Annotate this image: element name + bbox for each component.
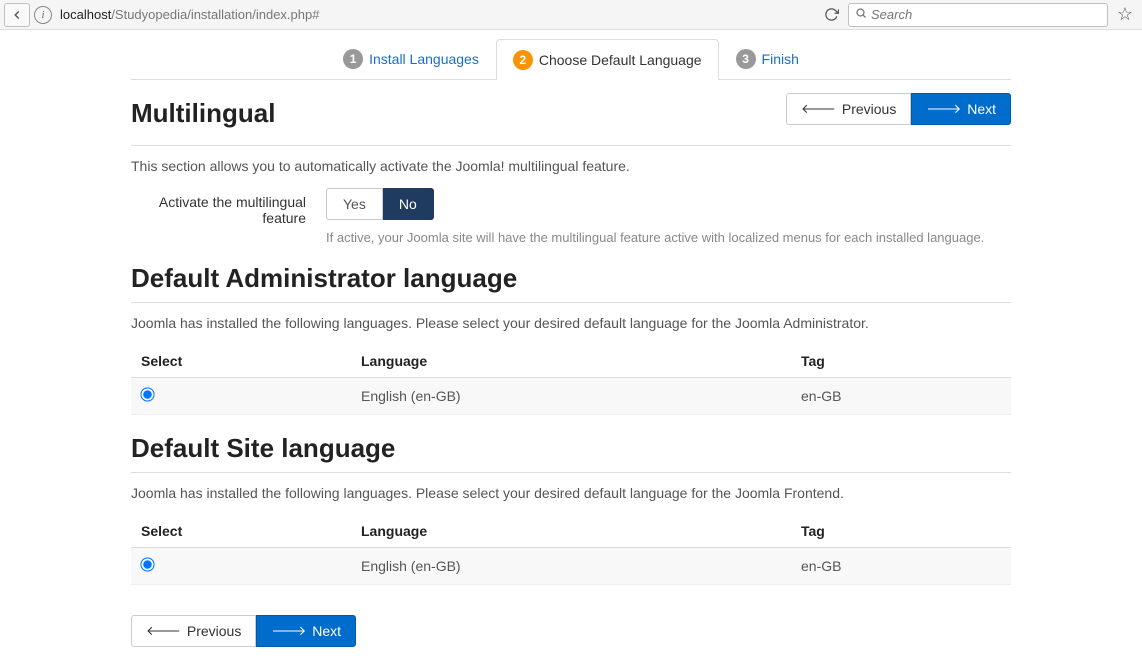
next-label: Next (312, 623, 341, 639)
search-icon (855, 7, 867, 22)
tab-finish[interactable]: 3 Finish (719, 38, 816, 79)
site-language-desc: Joomla has installed the following langu… (131, 485, 1011, 501)
url-bar[interactable]: localhost/Studyopedia/installation/index… (56, 7, 814, 22)
divider (131, 145, 1011, 146)
col-tag: Tag (791, 345, 1011, 378)
previous-button[interactable]: 🡐 Previous (786, 93, 911, 125)
col-language: Language (351, 345, 791, 378)
toggle-yes[interactable]: Yes (326, 188, 383, 220)
tab-choose-default-language[interactable]: 2 Choose Default Language (496, 39, 719, 80)
bottom-actions: 🡐 Previous 🡒 Next (131, 615, 356, 647)
cell-tag: en-GB (791, 378, 1011, 415)
col-tag: Tag (791, 515, 1011, 548)
cell-tag: en-GB (791, 548, 1011, 585)
activate-multilingual-row: Activate the multilingual feature Yes No… (131, 188, 1011, 245)
table-row: English (en-GB) en-GB (131, 548, 1011, 585)
admin-language-desc: Joomla has installed the following langu… (131, 315, 1011, 331)
top-actions: 🡐 Previous 🡒 Next (786, 93, 1011, 125)
table-row: English (en-GB) en-GB (131, 378, 1011, 415)
col-language: Language (351, 515, 791, 548)
admin-language-table: Select Language Tag English (en-GB) en-G… (131, 345, 1011, 415)
section-title-admin-language: Default Administrator language (131, 263, 1011, 294)
tab-num: 1 (343, 49, 363, 69)
back-button[interactable] (4, 3, 30, 27)
table-header-row: Select Language Tag (131, 515, 1011, 548)
arrow-right-icon: 🡒 (271, 623, 306, 639)
site-language-table: Select Language Tag English (en-GB) en-G… (131, 515, 1011, 585)
cell-language: English (en-GB) (351, 548, 791, 585)
tab-label: Finish (762, 51, 799, 67)
divider (131, 472, 1011, 473)
bookmark-star-icon[interactable]: ☆ (1112, 3, 1138, 27)
info-icon[interactable]: i (34, 6, 52, 24)
arrow-left-icon: 🡐 (146, 623, 181, 639)
tab-num: 2 (513, 50, 533, 70)
col-select: Select (131, 515, 351, 548)
browser-toolbar: i localhost/Studyopedia/installation/ind… (0, 0, 1142, 30)
tab-num: 3 (736, 49, 756, 69)
arrow-left-icon: 🡐 (801, 101, 836, 117)
next-button[interactable]: 🡒 Next (911, 93, 1011, 125)
next-button[interactable]: 🡒 Next (256, 615, 356, 647)
url-host: localhost (60, 7, 111, 22)
previous-button[interactable]: 🡐 Previous (131, 615, 256, 647)
search-box[interactable] (848, 3, 1108, 27)
tab-label: Choose Default Language (539, 52, 702, 68)
arrow-right-icon: 🡒 (926, 101, 961, 117)
table-header-row: Select Language Tag (131, 345, 1011, 378)
activate-multilingual-label: Activate the multilingual feature (131, 188, 306, 226)
previous-label: Previous (842, 101, 896, 117)
next-label: Next (967, 101, 996, 117)
cell-language: English (en-GB) (351, 378, 791, 415)
admin-language-radio[interactable] (140, 387, 154, 401)
activate-multilingual-toggle: Yes No (326, 188, 434, 220)
section-title-site-language: Default Site language (131, 433, 1011, 464)
multilingual-desc: This section allows you to automatically… (131, 158, 1011, 174)
toggle-no[interactable]: No (383, 188, 434, 220)
reload-button[interactable] (818, 3, 844, 27)
col-select: Select (131, 345, 351, 378)
previous-label: Previous (187, 623, 241, 639)
wizard-tabs: 1 Install Languages 2 Choose Default Lan… (131, 38, 1011, 80)
search-input[interactable] (871, 7, 1101, 22)
site-language-radio[interactable] (140, 557, 154, 571)
url-path: /Studyopedia/installation/index.php# (111, 7, 319, 22)
divider (131, 302, 1011, 303)
tab-install-languages[interactable]: 1 Install Languages (326, 38, 496, 79)
tab-label: Install Languages (369, 51, 479, 67)
multilingual-help: If active, your Joomla site will have th… (326, 230, 1011, 245)
